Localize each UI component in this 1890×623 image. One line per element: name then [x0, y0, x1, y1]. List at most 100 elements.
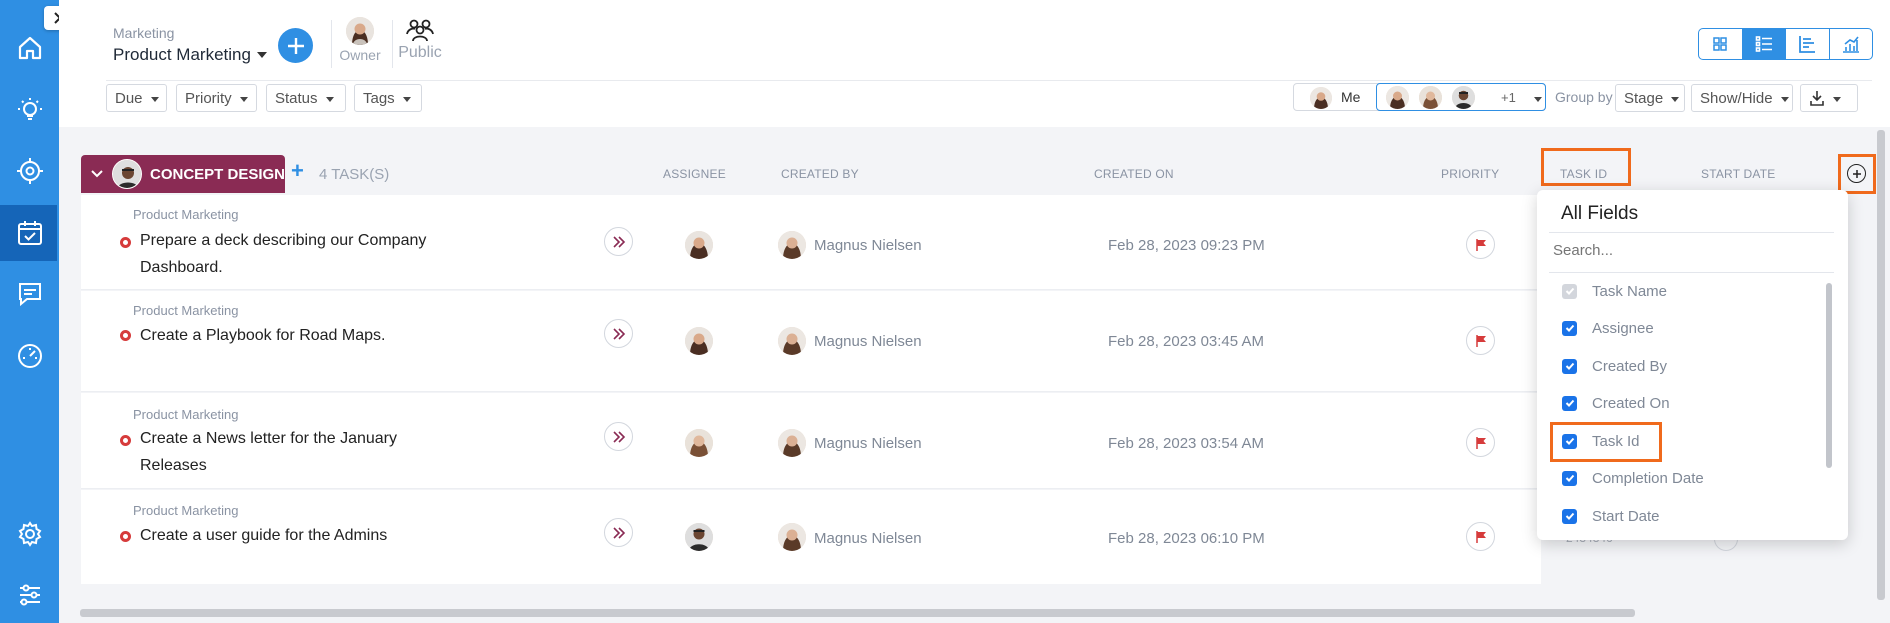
vertical-scrollbar[interactable] — [1877, 130, 1885, 600]
task-name[interactable]: Create a News letter for the January Rel… — [140, 425, 430, 479]
lightbulb-icon[interactable] — [14, 94, 45, 125]
view-gantt-button[interactable] — [1786, 29, 1830, 59]
owner[interactable]: Owner — [337, 17, 383, 63]
chat-icon[interactable] — [14, 278, 45, 309]
add-column-button[interactable] — [1847, 164, 1866, 183]
add-task-to-stage-button[interactable]: + — [291, 158, 304, 184]
workspace-label: Marketing — [113, 25, 175, 41]
double-chevron-right-icon — [612, 526, 625, 539]
priority-filter[interactable]: Priority — [176, 84, 257, 112]
created-on-date: Feb 28, 2023 03:54 AM — [1108, 435, 1264, 452]
view-chart-button[interactable] — [1830, 29, 1873, 59]
field-label: Created By — [1592, 357, 1668, 375]
field-option-task-name[interactable]: Task Name — [1562, 280, 1667, 302]
status-dot-icon[interactable] — [120, 531, 131, 542]
column-header-start-date[interactable]: START DATE — [1701, 167, 1775, 181]
target-icon[interactable] — [14, 155, 45, 186]
sidebar — [0, 0, 59, 623]
status-filter[interactable]: Status — [266, 84, 346, 112]
move-task-button[interactable] — [604, 518, 633, 547]
task-name[interactable]: Prepare a deck describing our Company Da… — [140, 227, 430, 281]
column-header-assignee[interactable]: ASSIGNEE — [663, 167, 726, 181]
assignee-avatar[interactable] — [685, 429, 713, 457]
calendar-check-icon[interactable] — [14, 217, 45, 248]
task-name[interactable]: Create a user guide for the Admins — [140, 522, 430, 549]
priority-flag[interactable] — [1466, 230, 1495, 259]
checkbox-checked[interactable] — [1562, 395, 1577, 411]
field-option-assignee[interactable]: Assignee — [1562, 317, 1654, 339]
field-option-start-date[interactable]: Start Date — [1562, 505, 1660, 527]
field-label: Created On — [1592, 394, 1670, 412]
stage-owner-avatar — [112, 159, 142, 189]
extra-members-count: +1 — [1501, 90, 1516, 105]
checkbox-checked-disabled — [1562, 283, 1577, 299]
visibility[interactable]: Public — [397, 18, 443, 62]
status-dot-icon[interactable] — [120, 237, 131, 248]
export-button[interactable] — [1800, 84, 1858, 112]
move-task-button[interactable] — [604, 319, 633, 348]
double-chevron-right-icon — [612, 327, 625, 340]
group-people-icon — [397, 18, 443, 42]
settings-gear-icon[interactable] — [14, 518, 45, 549]
creator-name: Magnus Nielsen — [814, 237, 922, 254]
task-id-column-highlight — [1541, 148, 1631, 186]
checkbox-checked[interactable] — [1562, 320, 1577, 336]
move-task-button[interactable] — [604, 227, 633, 256]
chevron-down-icon — [325, 96, 334, 102]
horizontal-scrollbar[interactable] — [80, 609, 1635, 617]
stage-chip[interactable]: CONCEPT DESIGN — [81, 155, 285, 193]
field-option-completion-date[interactable]: Completion Date — [1562, 467, 1704, 489]
due-filter-label: Due — [115, 89, 143, 107]
filter-sliders-icon[interactable] — [14, 579, 45, 610]
red-flag-icon — [1475, 334, 1486, 347]
show-hide-button[interactable]: Show/Hide — [1691, 84, 1793, 112]
priority-flag[interactable] — [1466, 326, 1495, 355]
move-task-button[interactable] — [604, 422, 633, 451]
dashboard-gauge-icon[interactable] — [14, 340, 45, 371]
field-search-input[interactable] — [1553, 242, 1823, 259]
owner-label: Owner — [339, 47, 381, 63]
view-list-button[interactable] — [1742, 29, 1786, 59]
member-avatar — [1419, 86, 1442, 109]
red-flag-icon — [1475, 238, 1486, 251]
task-row[interactable]: Product Marketing Create a user guide fo… — [81, 490, 1541, 584]
priority-flag[interactable] — [1466, 522, 1495, 551]
project-selector[interactable]: Product Marketing — [113, 45, 267, 65]
chevron-down-icon[interactable] — [1534, 97, 1542, 102]
chevron-down-icon — [1833, 96, 1841, 102]
panel-scrollbar[interactable] — [1826, 283, 1832, 468]
creator-name: Magnus Nielsen — [814, 530, 922, 547]
creator-avatar — [778, 231, 806, 259]
task-id-field-highlight — [1550, 422, 1662, 462]
tags-filter-label: Tags — [363, 89, 395, 107]
field-label: Task Name — [1592, 282, 1668, 300]
home-icon[interactable] — [14, 32, 45, 63]
member-filter[interactable]: Me +1 — [1293, 83, 1546, 111]
status-dot-icon[interactable] — [120, 435, 131, 446]
add-task-button[interactable] — [278, 28, 313, 63]
due-filter[interactable]: Due — [106, 84, 167, 112]
status-dot-icon[interactable] — [120, 330, 131, 341]
field-option-created-by[interactable]: Created By — [1562, 355, 1667, 377]
task-row[interactable]: Product Marketing Create a News letter f… — [81, 393, 1541, 489]
task-name[interactable]: Create a Playbook for Road Maps. — [140, 322, 430, 349]
checkbox-checked[interactable] — [1562, 470, 1577, 486]
member-selection[interactable]: +1 — [1376, 83, 1546, 111]
stage-name: CONCEPT DESIGN — [150, 165, 286, 183]
assignee-avatar[interactable] — [685, 523, 713, 551]
column-header-created-on[interactable]: CREATED ON — [1094, 167, 1174, 181]
group-by-select[interactable]: Stage — [1615, 84, 1685, 112]
column-header-priority[interactable]: PRIORITY — [1441, 167, 1499, 181]
task-row[interactable]: Product Marketing Create a Playbook for … — [81, 291, 1541, 392]
column-header-created-by[interactable]: CREATED BY — [781, 167, 859, 181]
checkbox-checked[interactable] — [1562, 508, 1577, 524]
field-option-created-on[interactable]: Created On — [1562, 392, 1670, 414]
assignee-avatar[interactable] — [685, 327, 713, 355]
priority-flag[interactable] — [1466, 428, 1495, 457]
view-grid-button[interactable] — [1699, 29, 1743, 59]
double-chevron-right-icon — [612, 235, 625, 248]
checkbox-checked[interactable] — [1562, 358, 1577, 374]
task-row[interactable]: Product Marketing Prepare a deck describ… — [81, 195, 1541, 290]
tags-filter[interactable]: Tags — [354, 84, 422, 112]
assignee-avatar[interactable] — [685, 231, 713, 259]
